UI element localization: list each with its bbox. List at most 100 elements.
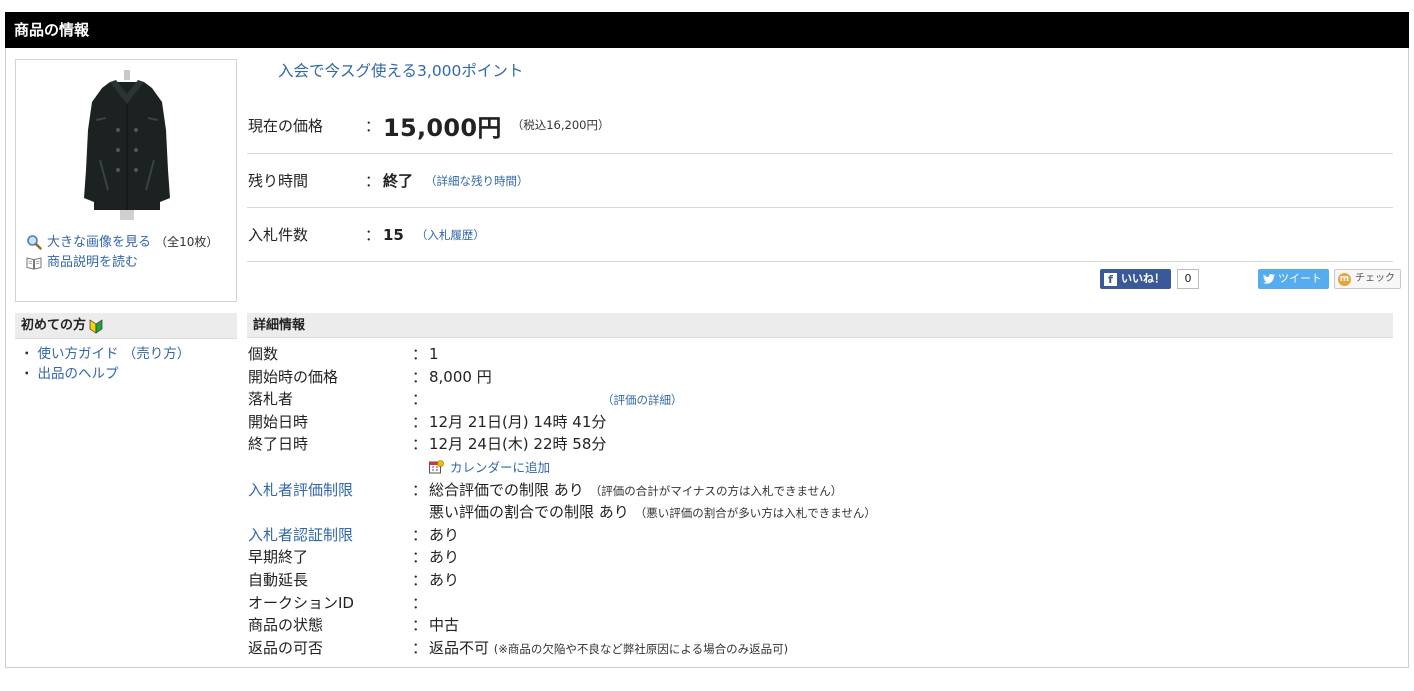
section-title: 商品の情報	[5, 12, 1409, 48]
bad-rating-note: （悪い評価の割合が多い方は入札できません）	[634, 506, 876, 521]
large-image-row: 大きな画像を見る （全10枚）	[26, 232, 231, 253]
detail-info-header: 詳細情報	[247, 313, 1393, 338]
returns-label: 返品の可否	[248, 638, 324, 657]
quantity-value: 1	[429, 345, 439, 363]
bad-rating-limit: 悪い評価の割合での制限 あり	[429, 503, 629, 522]
bad-rating-limit-value: 悪い評価の割合での制限 あり （悪い評価の割合が多い方は入札できません）	[429, 501, 876, 525]
winner-value: （評価の詳細）	[602, 388, 683, 412]
help-item-listing: ・出品のヘルプ	[20, 366, 119, 382]
facebook-like-count: 0	[1177, 269, 1199, 289]
auto-extend-label: 自動延長	[248, 570, 309, 589]
colon: ：	[412, 480, 428, 499]
detail-row-start-price: 開始時の価格 ： 8,000 円	[247, 366, 1393, 389]
bid-count-value: 15	[383, 225, 404, 244]
early-end-label: 早期終了	[248, 548, 309, 567]
mixi-check-group: m チェック	[1334, 269, 1401, 289]
beginner-leaf-icon	[89, 318, 103, 334]
description-row: 商品説明を読む	[26, 253, 231, 273]
tax-included-price: （税込16,200円）	[511, 118, 610, 132]
quantity-label: 個数	[248, 345, 279, 363]
end-date-label: 終了日時	[248, 435, 309, 454]
beginner-links: ・使い方ガイド （売り方） ・出品のヘルプ	[20, 344, 190, 384]
auction-id-label: オークションID	[248, 593, 354, 612]
listing-help-link[interactable]: 出品のヘルプ	[38, 366, 119, 382]
detail-row-quantity: 個数 ： 1	[247, 343, 1393, 366]
condition-value: 中古	[429, 616, 460, 635]
detail-row-calendar: カレンダーに追加	[247, 456, 1393, 479]
time-left-value: 終了	[383, 172, 414, 190]
facebook-like-label: いいね！	[1121, 272, 1165, 285]
start-date-value: 12月 21日(月) 14時 41分	[429, 412, 607, 431]
time-left-row: 残り時間 ： 終了 （詳細な残り時間）	[247, 154, 1393, 208]
detail-row-auction-id: オークションID ：	[247, 592, 1393, 615]
calendar-add-link[interactable]: カレンダーに追加	[450, 460, 550, 475]
bidder-auth-limit-link[interactable]: 入札者認証制限	[248, 524, 353, 547]
colon: ：	[412, 616, 428, 635]
colon: ：	[365, 172, 381, 190]
description-link[interactable]: 商品説明を読む	[47, 253, 138, 273]
tweet-button[interactable]: ツイート	[1258, 269, 1329, 289]
colon: ：	[412, 412, 428, 431]
rating-detail-link[interactable]: （評価の詳細）	[602, 393, 683, 407]
start-price-value: 8,000 円	[429, 367, 492, 386]
image-count: （全10枚）	[155, 235, 219, 249]
rating-limit-value: 総合評価での制限 あり （評価の合計がマイナスの方は入札できません）	[429, 479, 842, 503]
detail-row-end-date: 終了日時 ： 12月 24日(木) 22時 58分	[247, 433, 1393, 456]
usage-guide-link[interactable]: 使い方ガイド （売り方）	[38, 346, 191, 362]
detail-row-start-date: 開始日時 ： 12月 21日(月) 14時 41分	[247, 411, 1393, 434]
bidder-rating-limit-link[interactable]: 入札者評価制限	[248, 479, 353, 502]
twitter-group: ツイート	[1258, 269, 1329, 289]
returns-text: 返品不可	[429, 638, 490, 657]
image-links: 大きな画像を見る （全10枚） 商品説明を読む	[26, 232, 231, 273]
tweet-label: ツイート	[1278, 272, 1322, 285]
twitter-bird-icon	[1263, 274, 1275, 284]
colon: ：	[412, 593, 428, 612]
calendar-add[interactable]: カレンダーに追加	[429, 456, 550, 480]
bid-history-link[interactable]: （入札履歴）	[416, 227, 485, 243]
detailed-time-left-link[interactable]: （詳細な残り時間）	[425, 173, 529, 189]
mixi-check-button[interactable]: m チェック	[1334, 269, 1401, 289]
detail-row-condition: 商品の状態 ： 中古	[247, 614, 1393, 637]
current-price-label: 現在の価格	[248, 116, 324, 135]
facebook-like-group: f いいね！ 0	[1100, 269, 1199, 289]
colon: ：	[412, 390, 428, 409]
start-date-label: 開始日時	[248, 412, 309, 431]
total-rating-note: （評価の合計がマイナスの方は入札できません）	[589, 483, 843, 498]
bid-count-label: 入札件数	[248, 226, 309, 244]
winner-label: 落札者	[248, 390, 294, 409]
mixi-icon: m	[1338, 272, 1351, 286]
colon: ：	[365, 226, 381, 244]
start-price-label: 開始時の価格	[248, 367, 339, 386]
detail-row-rating-limit-2: 悪い評価の割合での制限 あり （悪い評価の割合が多い方は入札できません）	[247, 501, 1393, 524]
points-promo-link[interactable]: 入会で今スグ使える3,000ポイント	[278, 59, 523, 81]
beginner-title: 初めての方	[21, 317, 87, 333]
book-icon	[26, 257, 42, 270]
auto-extend-value: あり	[429, 570, 460, 589]
image-panel: 大きな画像を見る （全10枚） 商品説明を読む	[15, 59, 237, 302]
bid-count-row: 入札件数 ： 15 （入札履歴）	[247, 208, 1393, 262]
large-image-link[interactable]: 大きな画像を見る	[47, 235, 151, 250]
detail-row-winner: 落札者 ： （評価の詳細）	[247, 388, 1393, 411]
help-item-guide: ・使い方ガイド （売り方）	[20, 346, 191, 362]
detail-row-rating-limit: 入札者評価制限 ： 総合評価での制限 あり （評価の合計がマイナスの方は入札できま…	[247, 479, 1393, 502]
auth-limit-value: あり	[429, 525, 460, 544]
product-photo[interactable]	[80, 70, 174, 220]
calendar-add-icon	[429, 460, 444, 474]
colon: ：	[412, 548, 428, 567]
detail-info-table: 個数 ： 1 開始時の価格 ： 8,000 円 落札者 ： （評価の詳細） 開始…	[247, 343, 1393, 659]
colon: ：	[412, 345, 428, 363]
end-date-value: 12月 24日(木) 22時 58分	[429, 435, 607, 454]
beginner-header: 初めての方	[15, 313, 237, 339]
magnifier-icon	[27, 235, 42, 250]
detail-row-auto-extend: 自動延長 ： あり	[247, 569, 1393, 592]
colon: ：	[412, 638, 428, 657]
current-price-value: 15,000円	[383, 113, 502, 142]
early-end-value: あり	[429, 548, 460, 567]
detail-row-returns: 返品の可否 ： 返品不可 (※商品の欠陥や不良など弊社原因による場合のみ返品可)	[247, 637, 1393, 660]
mixi-check-label: チェック	[1355, 273, 1395, 284]
condition-label: 商品の状態	[248, 616, 324, 635]
facebook-icon: f	[1104, 272, 1117, 286]
colon: ：	[412, 367, 428, 386]
facebook-like-button[interactable]: f いいね！	[1100, 269, 1171, 289]
detail-row-auth-limit: 入札者認証制限 ： あり	[247, 524, 1393, 547]
